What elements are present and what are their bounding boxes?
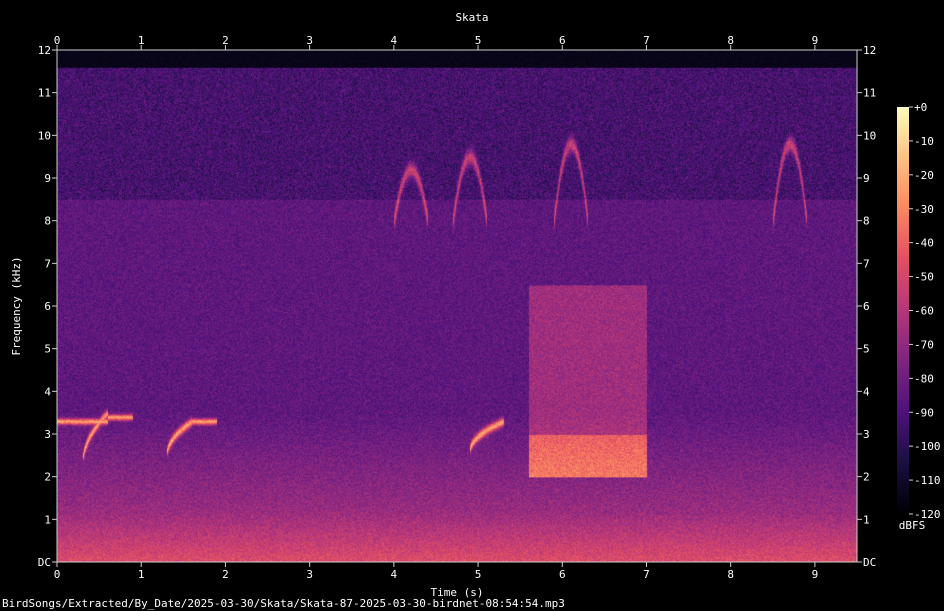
chart-title: Skata bbox=[455, 11, 488, 24]
x-tick-label-bottom: 5 bbox=[475, 568, 482, 581]
x-tick-label-bottom: 0 bbox=[54, 568, 61, 581]
x-tick-label-bottom: 3 bbox=[306, 568, 313, 581]
y-tick-label-right: 9 bbox=[863, 172, 870, 185]
colorbar-tick-label: -80 bbox=[914, 372, 934, 385]
y-tick-label-right: 8 bbox=[863, 215, 870, 228]
x-tick-label-bottom: 1 bbox=[138, 568, 145, 581]
y-tick-label-right: 12 bbox=[863, 44, 876, 57]
x-tick-label-bottom: 8 bbox=[727, 568, 734, 581]
y-tick-label-left: 7 bbox=[44, 257, 51, 270]
y-tick-label-right: 6 bbox=[863, 300, 870, 313]
colorbar-tick-label: -40 bbox=[914, 237, 934, 250]
colorbar-tick-label: -20 bbox=[914, 169, 934, 182]
y-tick-label-right: 5 bbox=[863, 343, 870, 356]
y-tick-label-left: 8 bbox=[44, 215, 51, 228]
x-tick-label-bottom: 9 bbox=[812, 568, 819, 581]
y-tick-label-left: 12 bbox=[38, 44, 51, 57]
colorbar-tick-label: -50 bbox=[914, 271, 934, 284]
y-tick-label-right: 2 bbox=[863, 471, 870, 484]
y-tick-label-right: 11 bbox=[863, 87, 876, 100]
colorbar-tick-label: -30 bbox=[914, 203, 934, 216]
y-tick-label-left: DC bbox=[38, 556, 51, 569]
x-tick-label-bottom: 7 bbox=[643, 568, 650, 581]
x-tick-label-top: 6 bbox=[559, 34, 566, 47]
x-tick-label-bottom: 6 bbox=[559, 568, 566, 581]
y-tick-label-left: 6 bbox=[44, 300, 51, 313]
colorbar-tick-label: -60 bbox=[914, 305, 934, 318]
file-path-caption: BirdSongs/Extracted/By_Date/2025-03-30/S… bbox=[2, 597, 565, 610]
y-tick-label-left: 2 bbox=[44, 471, 51, 484]
colorbar-tick-label: -70 bbox=[914, 338, 934, 351]
y-tick-label-left: 3 bbox=[44, 428, 51, 441]
x-tick-label-top: 4 bbox=[391, 34, 398, 47]
y-axis-label: Frequency (kHz) bbox=[10, 256, 23, 355]
y-tick-label-right: 1 bbox=[863, 513, 870, 526]
y-tick-label-right: 3 bbox=[863, 428, 870, 441]
colorbar-tick-label: +0 bbox=[914, 101, 927, 114]
y-tick-label-right: 7 bbox=[863, 257, 870, 270]
y-tick-label-left: 1 bbox=[44, 513, 51, 526]
y-tick-label-left: 9 bbox=[44, 172, 51, 185]
plot-frame bbox=[56, 49, 858, 563]
colorbar-tick-label: -110 bbox=[914, 474, 941, 487]
y-tick-label-right: DC bbox=[863, 556, 876, 569]
x-tick-label-top: 8 bbox=[727, 34, 734, 47]
x-tick-label-bottom: 2 bbox=[222, 568, 229, 581]
x-tick-label-top: 2 bbox=[222, 34, 229, 47]
colorbar-tick-label: -90 bbox=[914, 406, 934, 419]
x-tick-label-top: 0 bbox=[54, 34, 61, 47]
y-tick-label-left: 10 bbox=[38, 129, 51, 142]
x-tick-label-top: 3 bbox=[306, 34, 313, 47]
y-tick-label-left: 4 bbox=[44, 385, 51, 398]
x-tick-label-top: 9 bbox=[812, 34, 819, 47]
y-tick-label-left: 5 bbox=[44, 343, 51, 356]
colorbar-tick-label: -100 bbox=[914, 440, 941, 453]
spectrogram-chart: 0123456789 0123456789 DC123456789101112 … bbox=[2, 11, 941, 610]
y-tick-label-right: 10 bbox=[863, 129, 876, 142]
x-tick-label-bottom: 4 bbox=[391, 568, 398, 581]
y-tick-label-left: 11 bbox=[38, 87, 51, 100]
colorbar-tick-label: -10 bbox=[914, 135, 934, 148]
y-tick-label-right: 4 bbox=[863, 385, 870, 398]
x-tick-label-top: 7 bbox=[643, 34, 650, 47]
colorbar-unit-label: dBFS bbox=[899, 519, 926, 532]
x-tick-label-top: 1 bbox=[138, 34, 145, 47]
x-tick-label-top: 5 bbox=[475, 34, 482, 47]
